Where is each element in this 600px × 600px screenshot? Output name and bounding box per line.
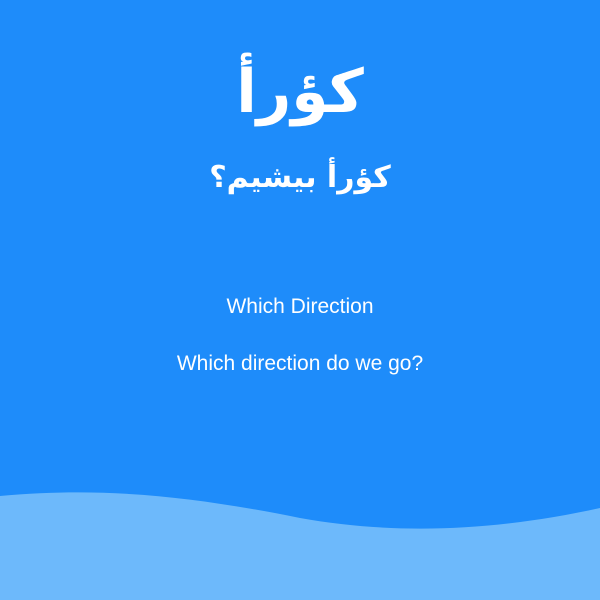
wave-decoration [0, 492, 600, 600]
flashcard: كؤرأ كؤرأ بيشيم؟ Which Direction Which d… [0, 0, 600, 600]
wave-shape [0, 492, 600, 600]
arabic-phrase: كؤرأ بيشيم؟ [209, 160, 391, 195]
english-word: Which Direction [226, 295, 374, 318]
arabic-word: كؤرأ [236, 57, 364, 127]
english-phrase: Which direction do we go? [176, 352, 424, 375]
